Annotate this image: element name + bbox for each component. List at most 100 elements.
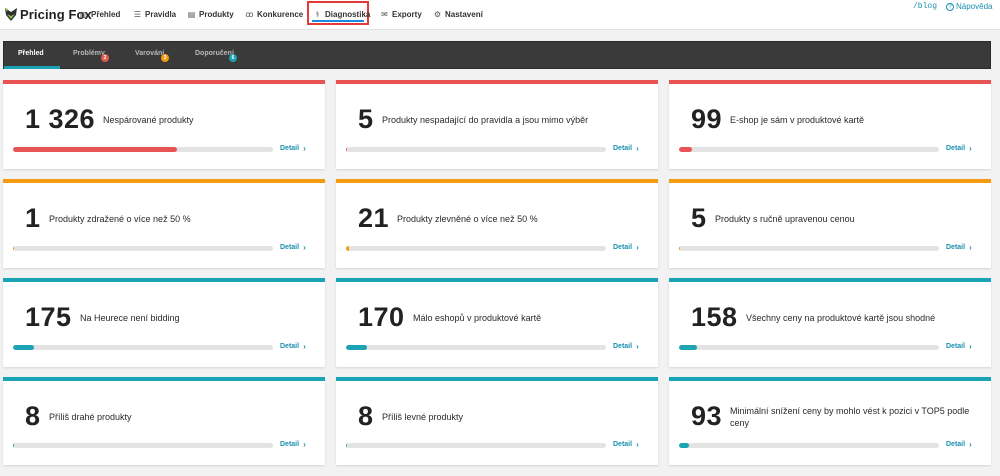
chevron-right-icon: › — [303, 144, 306, 153]
card-detail-link[interactable]: Detail › — [613, 342, 639, 351]
detail-label: Detail — [280, 145, 300, 152]
card-progress-fill — [346, 345, 367, 350]
chevron-right-icon: › — [636, 440, 639, 449]
card-label: Produkty nespadající do pravidla a jsou … — [382, 114, 589, 125]
nav-prehled[interactable]: ▥ Přehled — [79, 7, 121, 21]
top-navigation: Pricing Fox ▥ Přehled ☰ Pravidla ▤ Produ… — [0, 0, 1000, 30]
card-detail-link[interactable]: Detail › — [946, 342, 972, 351]
help-link[interactable]: ? Nápověda — [946, 2, 992, 11]
subtab-problemy[interactable]: Problémy — [73, 50, 105, 57]
chevron-right-icon: › — [969, 440, 972, 449]
card-status-stripe — [3, 179, 325, 183]
card-value: 170 — [358, 302, 405, 332]
nav-diagnostika[interactable]: ⚕ Diagnostika — [313, 7, 370, 21]
nav-konkurence[interactable]: ꝏ Konkurence — [245, 7, 303, 21]
nav-label: Přehled — [91, 9, 121, 19]
chart-icon: ▥ — [79, 9, 88, 19]
card-value: 5 — [358, 104, 374, 134]
card-progress-fill — [679, 147, 692, 152]
card-progress-bar — [346, 246, 606, 251]
card-label: Produkty s ručně upravenou cenou — [715, 213, 855, 224]
warnings-count-badge: 3 — [161, 54, 169, 62]
diagnostic-card: 1 326 Nespárované produkty Detail › — [3, 80, 325, 169]
blog-link[interactable]: /blog — [913, 2, 937, 11]
diagnostics-subtabs: Přehled Problémy 2 Varování 3 Doporučení… — [3, 41, 991, 69]
card-progress-bar — [679, 147, 939, 152]
question-icon: ? — [946, 2, 954, 11]
nav-label: Konkurence — [257, 9, 304, 19]
nav-label: Produkty — [199, 9, 234, 19]
nav-label: Exporty — [392, 9, 422, 19]
detail-label: Detail — [613, 441, 633, 448]
card-status-stripe — [336, 80, 658, 84]
nav-nastaveni[interactable]: ⚙ Nastavení — [433, 7, 483, 21]
card-progress-bar — [346, 147, 606, 152]
diagnostic-card: 5 Produkty nespadající do pravidla a jsou… — [336, 80, 658, 169]
card-value: 1 — [25, 203, 41, 233]
card-progress-fill — [679, 443, 690, 448]
subtab-active-underline — [4, 66, 60, 69]
card-progress-bar — [346, 345, 606, 350]
card-label: Produkty zlevněné o více než 50 % — [397, 213, 538, 224]
subtab-doporuceni[interactable]: Doporučení — [195, 50, 234, 57]
detail-label: Detail — [946, 441, 966, 448]
card-status-stripe — [669, 377, 991, 381]
card-status-stripe — [3, 80, 325, 84]
card-label: Příliš drahé produkty — [49, 411, 132, 422]
diagnostic-card: 158 Všechny ceny na produktové kartě jsou… — [669, 278, 991, 367]
card-status-stripe — [3, 278, 325, 282]
detail-label: Detail — [280, 343, 300, 350]
card-detail-link[interactable]: Detail › — [280, 342, 306, 351]
card-value: 99 — [691, 104, 723, 134]
card-detail-link[interactable]: Detail › — [613, 144, 639, 153]
card-progress-fill — [679, 345, 698, 350]
problems-count-badge: 2 — [101, 54, 109, 62]
detail-label: Detail — [946, 145, 966, 152]
card-value: 5 — [691, 203, 707, 233]
fox-logo-icon — [4, 6, 18, 22]
chevron-right-icon: › — [636, 243, 639, 252]
card-value: 21 — [358, 203, 390, 233]
detail-label: Detail — [613, 343, 633, 350]
card-label: Málo eshopů v produktové kartě — [413, 312, 542, 323]
chevron-right-icon: › — [969, 342, 972, 351]
diagnostic-card: 99 E-shop je sám v produktové kartě Detail… — [669, 80, 991, 169]
card-status-stripe — [3, 377, 325, 381]
chevron-right-icon: › — [969, 144, 972, 153]
card-detail-link[interactable]: Detail › — [946, 440, 972, 449]
card-status-stripe — [336, 377, 658, 381]
nav-exporty[interactable]: ✉ Exporty — [380, 7, 422, 21]
card-progress-fill — [13, 443, 15, 448]
card-detail-link[interactable]: Detail › — [280, 243, 306, 252]
card-label: E-shop je sám v produktové kartě — [730, 114, 865, 125]
card-detail-link[interactable]: Detail › — [280, 144, 306, 153]
card-label: Příliš levné produkty — [382, 411, 464, 422]
nav-produkty[interactable]: ▤ Produkty — [187, 7, 234, 21]
nav-pravidla[interactable]: ☰ Pravidla — [133, 7, 176, 21]
recommendations-count-badge: 6 — [229, 54, 237, 62]
card-detail-link[interactable]: Detail › — [946, 144, 972, 153]
detail-label: Detail — [946, 244, 966, 251]
card-progress-bar — [679, 443, 939, 448]
detail-label: Detail — [280, 244, 300, 251]
card-progress-bar — [13, 147, 273, 152]
card-detail-link[interactable]: Detail › — [280, 440, 306, 449]
subtab-prehled[interactable]: Přehled — [18, 50, 44, 57]
card-detail-link[interactable]: Detail › — [613, 243, 639, 252]
chevron-right-icon: › — [636, 342, 639, 351]
card-progress-fill — [13, 147, 177, 152]
card-progress-bar — [679, 246, 939, 251]
card-detail-link[interactable]: Detail › — [613, 440, 639, 449]
competitors-icon: ꝏ — [245, 9, 254, 19]
card-value: 8 — [358, 401, 374, 431]
diagnostic-card: 1 Produkty zdražené o více než 50 % Detail… — [3, 179, 325, 268]
card-value: 1 326 — [25, 104, 96, 134]
card-value: 175 — [25, 302, 72, 332]
export-icon: ✉ — [381, 9, 388, 19]
chevron-right-icon: › — [303, 440, 306, 449]
card-status-stripe — [336, 179, 658, 183]
detail-label: Detail — [613, 145, 633, 152]
subtab-varovani[interactable]: Varování — [135, 50, 164, 57]
detail-label: Detail — [613, 244, 633, 251]
card-detail-link[interactable]: Detail › — [946, 243, 972, 252]
